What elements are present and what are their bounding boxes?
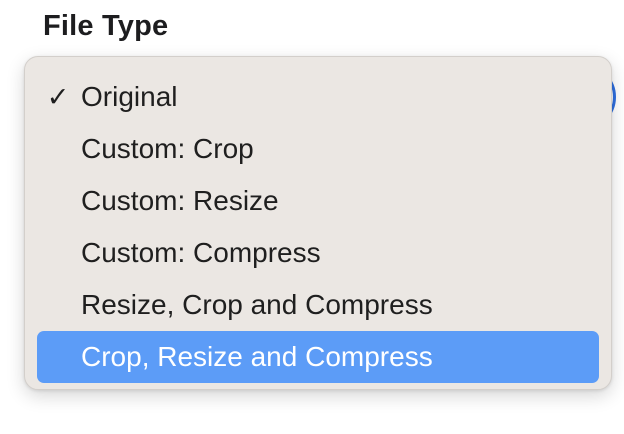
menu-item-custom-compress[interactable]: Custom: Compress bbox=[37, 227, 599, 279]
menu-item-label: Custom: Resize bbox=[81, 185, 279, 216]
checkmark-icon: ✓ bbox=[46, 82, 70, 112]
menu-item-label: Custom: Crop bbox=[81, 133, 254, 164]
menu-item-label: Crop, Resize and Compress bbox=[81, 341, 433, 372]
menu-item-label: Original bbox=[81, 81, 178, 112]
menu-item-custom-crop[interactable]: Custom: Crop bbox=[37, 123, 599, 175]
menu-item-original[interactable]: ✓ Original bbox=[37, 71, 599, 123]
menu-item-label: Resize, Crop and Compress bbox=[81, 289, 433, 320]
menu-item-crop-resize-compress[interactable]: Crop, Resize and Compress bbox=[37, 331, 599, 383]
file-type-dropdown-menu[interactable]: ✓ Original Custom: Crop Custom: Resize C… bbox=[24, 56, 612, 390]
file-type-label: File Type bbox=[43, 10, 169, 42]
menu-item-custom-resize[interactable]: Custom: Resize bbox=[37, 175, 599, 227]
menu-item-label: Custom: Compress bbox=[81, 237, 321, 268]
menu-item-resize-crop-compress[interactable]: Resize, Crop and Compress bbox=[37, 279, 599, 331]
